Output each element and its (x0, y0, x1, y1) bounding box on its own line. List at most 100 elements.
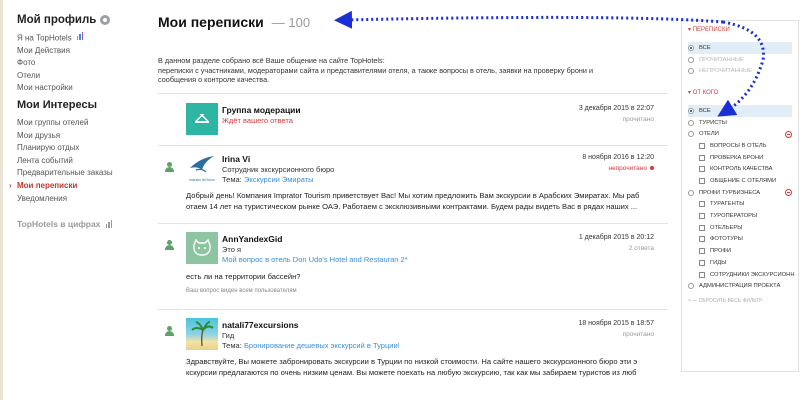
message-item[interactable]: Imprator ltd Sohro Irina Vi Сотрудник эк… (158, 146, 668, 224)
filter-guides[interactable]: Гиды (688, 257, 792, 269)
filter-tour-operators[interactable]: Туроператоры (688, 210, 792, 222)
sender-name[interactable]: Группа модерации (222, 105, 301, 115)
filter-all-messages[interactable]: Все (688, 42, 792, 54)
message-preview[interactable]: есть ли на территории бассейн? (186, 271, 654, 283)
stats-icon (105, 219, 114, 230)
sidebar-item-hotel-groups[interactable]: Мои группы отелей (17, 117, 147, 130)
filter-tourists[interactable]: Туристы (688, 117, 792, 129)
avatar[interactable] (186, 231, 218, 264)
checkbox-icon[interactable] (699, 178, 705, 185)
sender-name[interactable]: natali77excursions (222, 320, 299, 330)
filter-hoteliers[interactable]: Отельеры (688, 222, 792, 234)
avatar[interactable]: Imprator ltd Sohro (186, 151, 218, 184)
radio-icon[interactable] (688, 119, 694, 126)
filter-hotel-chat[interactable]: Общение с отелями (688, 175, 792, 187)
checkbox-icon[interactable] (699, 154, 705, 161)
profile-heading: Мой профиль (17, 14, 147, 26)
checkbox-icon[interactable] (699, 248, 705, 255)
checkbox-icon[interactable] (699, 259, 705, 266)
checkbox-icon[interactable] (699, 142, 705, 149)
filter-label: Общение с отелями (710, 178, 777, 185)
visibility-note: Ваш вопрос виден всем пользователям (186, 287, 297, 294)
person-icon (165, 161, 174, 172)
gear-icon[interactable] (100, 15, 111, 25)
filter-admin[interactable]: Администрация проекта (688, 280, 792, 292)
checkbox-icon[interactable] (699, 236, 705, 243)
topic-label: Тема: (222, 340, 242, 350)
intro-line: В данном разделе собрано всё Ваше общени… (158, 56, 385, 65)
sidebar-item-friends[interactable]: Мои друзья (17, 130, 147, 143)
avatar[interactable] (186, 102, 218, 135)
sidebar-item-photo[interactable]: Фото (17, 57, 147, 70)
read-status: непрочитано (608, 165, 654, 172)
filter-label: Вопросы в отель (710, 142, 767, 149)
checkbox-icon[interactable] (699, 224, 705, 231)
preview-line: кскурсии предлагаются по очень низким це… (186, 368, 637, 377)
filter-label: Отели (699, 131, 719, 138)
sidebar-item-my-correspondence[interactable]: Мои переписки (9, 180, 147, 193)
filter-read[interactable]: Прочитанные (688, 54, 792, 66)
radio-icon[interactable] (688, 189, 694, 196)
filter-label: Все (699, 107, 711, 114)
stats-icon (76, 32, 85, 45)
radio-icon[interactable] (688, 68, 694, 75)
topic-link[interactable]: Экскурсии Эмираты (244, 175, 314, 184)
sender-name[interactable]: Irina Vi (222, 154, 250, 164)
checkbox-icon[interactable] (699, 166, 705, 173)
topic-link[interactable]: Бронирование дешевых экскурсий в Турции! (244, 341, 400, 350)
sidebar-item-preorders[interactable]: Предварительные заказы (17, 167, 147, 180)
sidebar-item-plan-trip[interactable]: Планирую отдых (17, 142, 147, 155)
radio-icon[interactable] (688, 44, 694, 51)
sidebar-item-notifications[interactable]: Уведомления (17, 193, 147, 206)
intro-text: В данном разделе собрано всё Ваше общени… (158, 56, 663, 85)
sidebar-item-hotels[interactable]: Отели (17, 70, 147, 83)
filter-booking-check[interactable]: Проверка брони (688, 152, 792, 164)
radio-icon[interactable] (688, 107, 694, 114)
sidebar-item-settings[interactable]: Мои настройки (17, 82, 147, 95)
filter-quality-control[interactable]: Контроль качества (688, 164, 792, 176)
message-list: Группа модерации Ждёт вашего ответа 3 де… (158, 92, 668, 388)
filter-profi-sub[interactable]: Профи (688, 245, 792, 257)
message-item[interactable]: natali77excursions Гид Тема: Бронирование… (158, 310, 668, 388)
filter-label: Туроператоры (710, 213, 758, 220)
filter-label: Фототуры (710, 236, 743, 243)
filter-group-correspondence-title[interactable]: Переписки (688, 26, 792, 33)
filter-group-from-title[interactable]: От кого (688, 89, 792, 96)
avatar[interactable] (186, 317, 218, 350)
filter-label: Отельеры (710, 224, 743, 231)
filter-profi[interactable]: Профи Турбизнеса (688, 187, 792, 199)
sender-name[interactable]: AnnYandexGid (222, 234, 282, 244)
radio-icon[interactable] (688, 283, 694, 290)
filter-excursion-staff[interactable]: Сотрудники экскурсионн (688, 269, 795, 281)
checkbox-icon[interactable] (699, 271, 705, 278)
tophotels-numbers-link[interactable]: TopHotels в цифрах (17, 219, 147, 230)
collapse-icon[interactable] (785, 189, 792, 197)
filter-phototours[interactable]: Фототуры (688, 234, 792, 246)
message-item[interactable]: AnnYandexGid Это я Мой вопрос в отель Do… (158, 224, 668, 310)
preview-line: отаем 14 лет на туристическом рынке ОАЭ.… (186, 202, 638, 211)
message-item[interactable]: Группа модерации Ждёт вашего ответа 3 де… (158, 94, 668, 146)
message-preview[interactable]: Добрый день! Компания Imprator Tourism п… (186, 190, 654, 213)
reset-filter-link[interactable]: × — Сбросить весь фильтр (688, 298, 792, 304)
question-link[interactable]: Мой вопрос в отель Don Udo's Hotel and R… (222, 255, 408, 264)
sidebar-item-my-actions[interactable]: Мои Действия (17, 45, 147, 58)
filter-hotels[interactable]: Отели (688, 128, 792, 140)
preview-line: Добрый день! Компания Imprator Tourism п… (186, 190, 640, 200)
filter-travel-agents[interactable]: Турагенты (688, 199, 792, 211)
filter-unread[interactable]: Непрочитанные (688, 65, 792, 77)
answers-count[interactable]: 2 ответа (629, 245, 654, 252)
checkbox-icon[interactable] (699, 213, 705, 220)
sidebar-item-me-on-tophotels[interactable]: Я на TopHotels (17, 32, 147, 45)
message-topic: Тема: Бронирование дешевых экскурсий в Ту… (222, 341, 400, 350)
read-status-label: непрочитано (608, 164, 647, 172)
radio-icon[interactable] (688, 131, 694, 138)
filter-hotel-questions[interactable]: Вопросы в отель (688, 140, 792, 152)
collapse-icon[interactable] (785, 130, 792, 138)
radio-icon[interactable] (688, 56, 694, 63)
message-preview[interactable]: Здравствуйте, Вы можете забронировать эк… (186, 356, 654, 379)
filter-from-all[interactable]: Все (688, 105, 792, 117)
cat-face-icon (193, 238, 211, 256)
palm-icon (191, 320, 214, 346)
checkbox-icon[interactable] (699, 201, 705, 208)
sidebar-item-feed[interactable]: Лента событий (17, 155, 147, 168)
